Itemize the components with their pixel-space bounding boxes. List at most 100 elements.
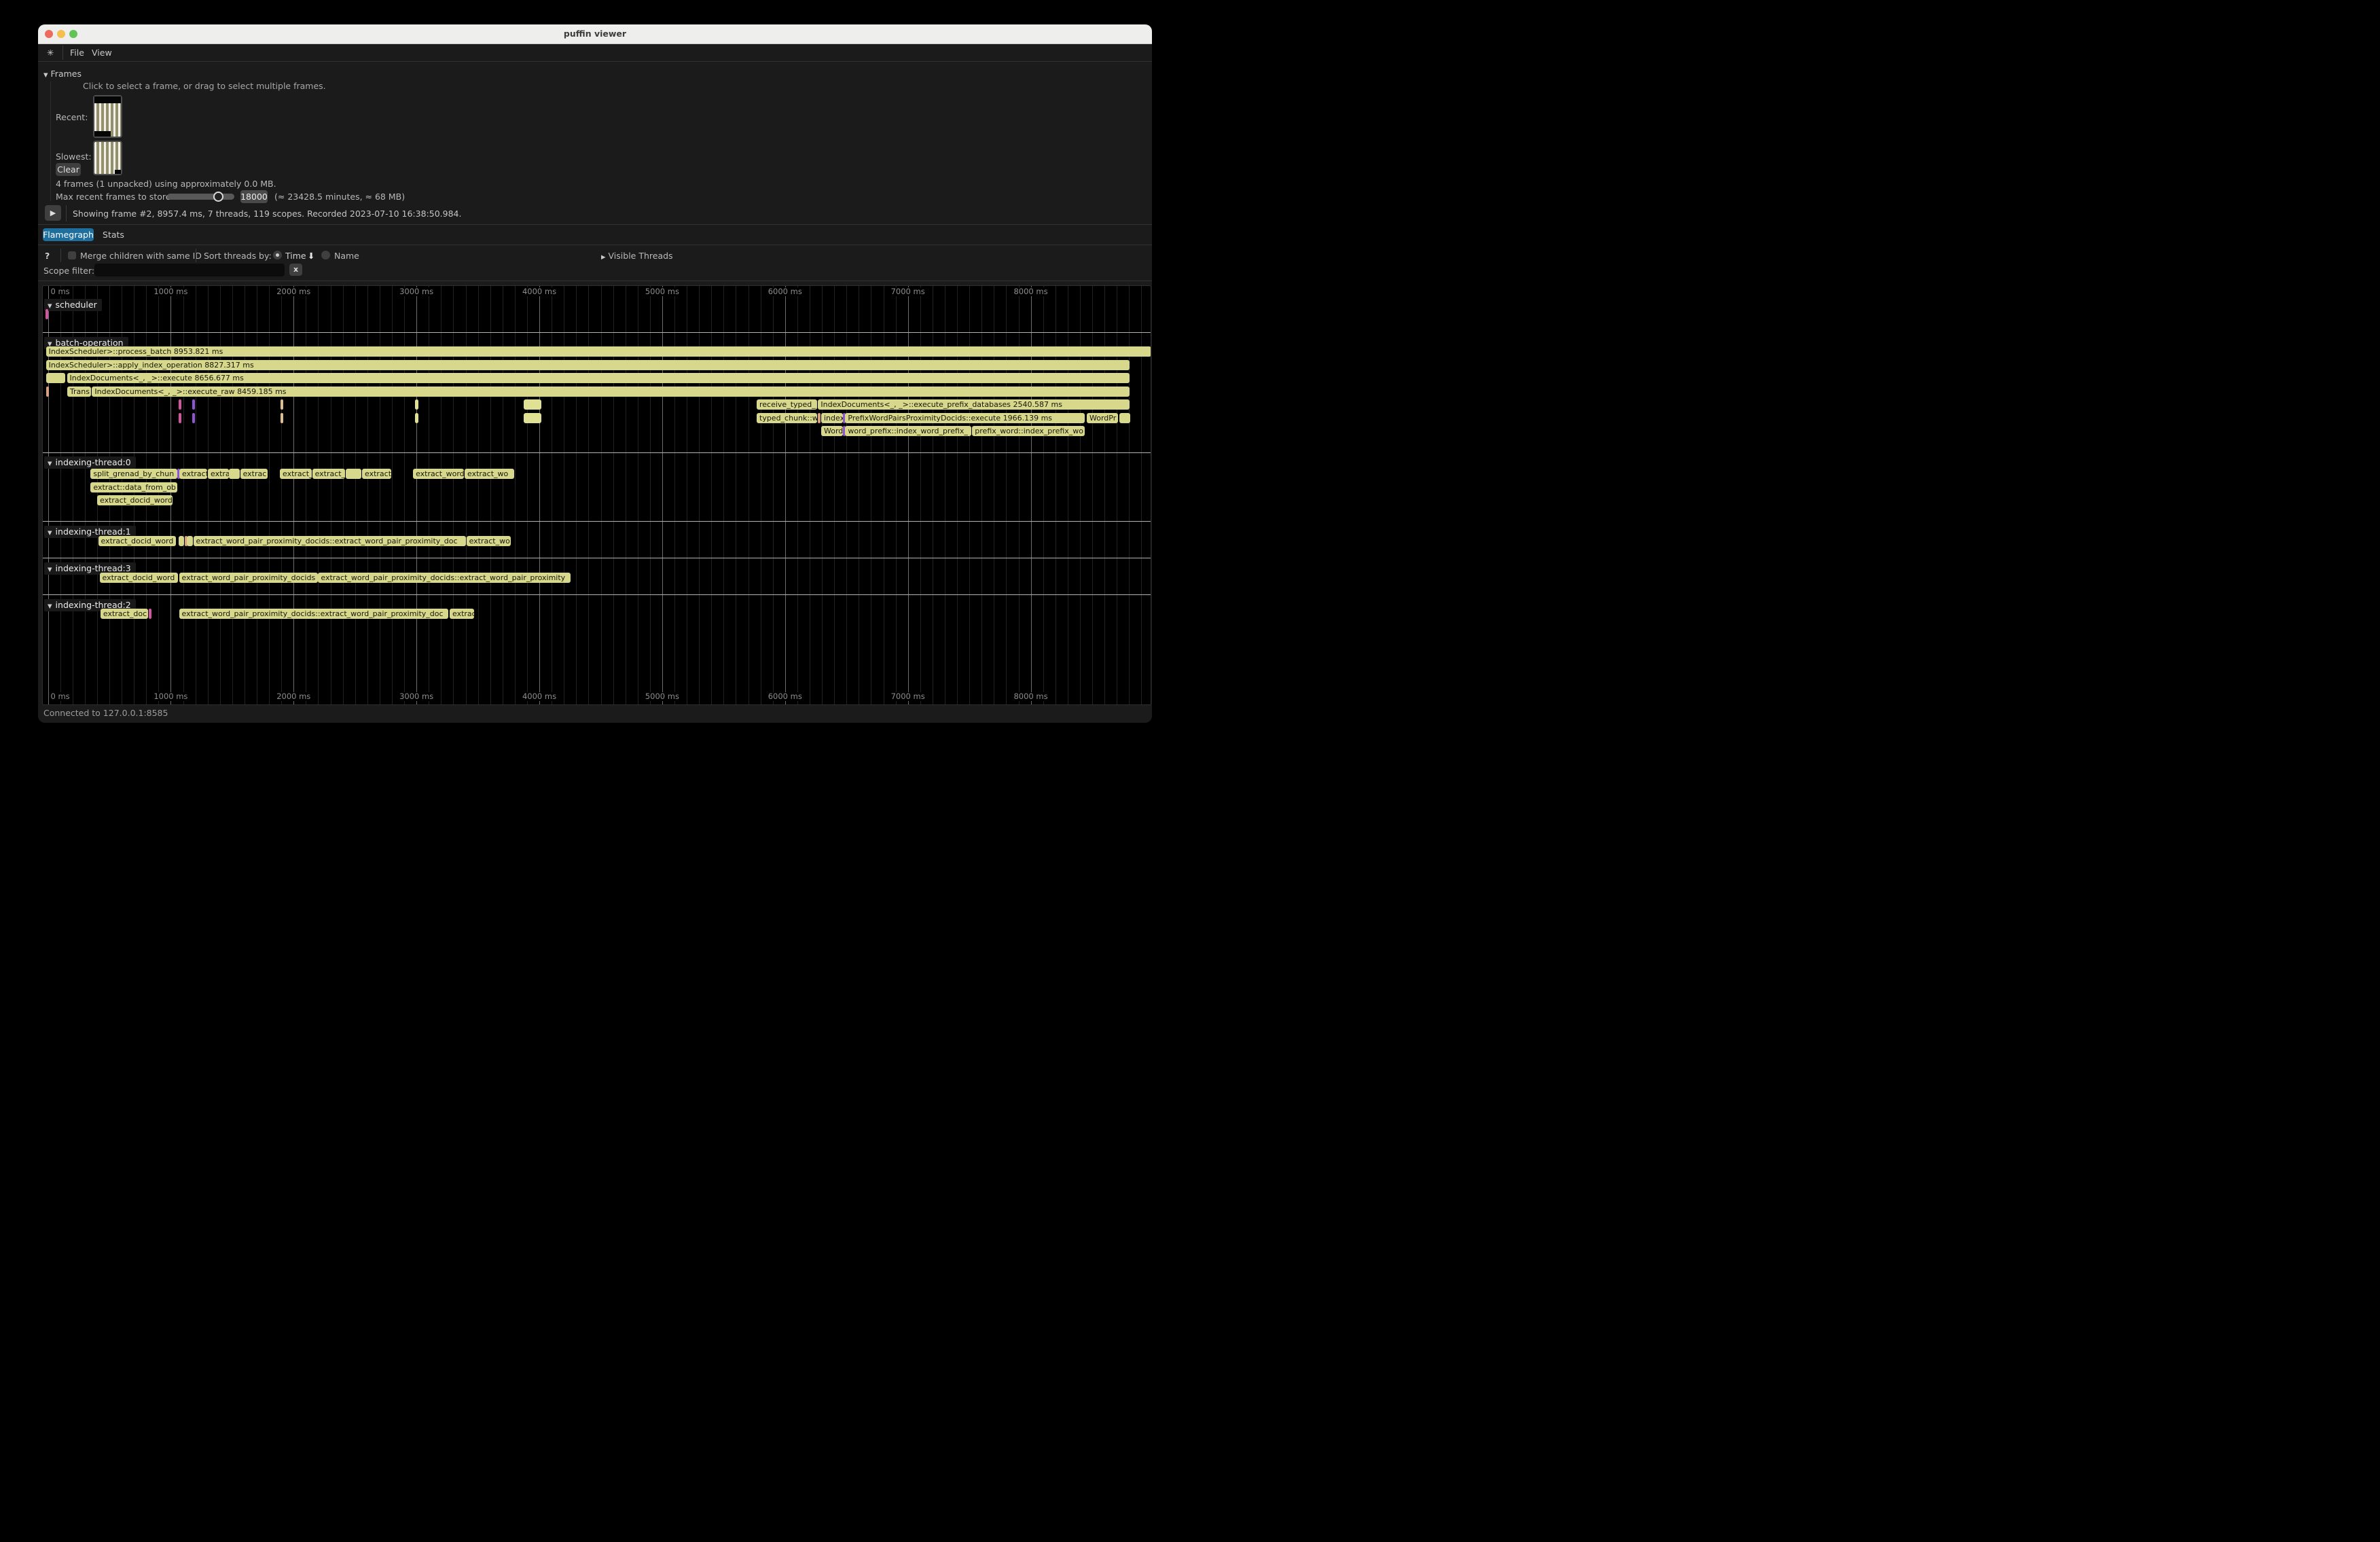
scope-bar[interactable]: extract_docid_word: [97, 495, 173, 505]
thread-separator: [43, 452, 1151, 453]
scope-bar[interactable]: [524, 399, 541, 410]
sort-direction-arrow-icon[interactable]: ⬇: [308, 251, 314, 261]
tab-stats[interactable]: Stats: [102, 228, 125, 241]
scope-bar[interactable]: word_prefix::index_word_prefix_: [845, 426, 971, 436]
thread-header[interactable]: ▼indexing-thread:0: [44, 456, 136, 469]
scope-filter-input[interactable]: [94, 264, 285, 276]
scope-bar[interactable]: [46, 387, 49, 397]
scope-bar[interactable]: index: [821, 413, 843, 423]
frames-section-header[interactable]: ▼ Frames: [43, 69, 82, 79]
scope-bar[interactable]: prefix_word::index_prefix_wo: [972, 426, 1085, 436]
scope-bar[interactable]: extract_: [280, 469, 312, 479]
scope-bar[interactable]: [346, 469, 362, 479]
frames-section-label: Frames: [51, 69, 82, 79]
axis-tick-label: 5000 ms: [643, 287, 681, 296]
axis-tick-label: 0 ms: [49, 287, 72, 296]
scope-bar[interactable]: [192, 399, 195, 410]
scope-bar[interactable]: [179, 399, 181, 410]
scope-bar[interactable]: extract_wo: [467, 536, 511, 546]
sort-threads-label: Sort threads by:: [204, 251, 272, 261]
scope-bar[interactable]: [524, 413, 541, 423]
connection-status: Connected to 127.0.0.1:8585: [43, 708, 168, 718]
axis-tick-label: 3000 ms: [397, 692, 435, 701]
scope-bar[interactable]: extrac: [450, 609, 474, 619]
controls-divider: [60, 249, 61, 262]
scope-bar[interactable]: extract_word_pair_proximity_docids::extr…: [194, 536, 467, 546]
slowest-frame-thumbnail[interactable]: [93, 141, 122, 175]
scope-bar[interactable]: extract_doc: [101, 609, 148, 619]
flamegraph-canvas[interactable]: 0 ms0 ms1000 ms1000 ms2000 ms2000 ms3000…: [42, 285, 1151, 705]
collapse-triangle-icon: ▼: [48, 303, 52, 310]
thread-name: indexing-thread:1: [56, 526, 131, 537]
scope-bar[interactable]: [149, 609, 151, 619]
app-icon[interactable]: ✳: [47, 47, 54, 58]
play-button[interactable]: ▶: [45, 205, 61, 221]
radio-dot: [276, 253, 279, 257]
sort-time-radio[interactable]: [273, 251, 282, 259]
scope-bar[interactable]: extract_word_pair_proximity_docids: [179, 573, 318, 583]
axis-tick-label: 6000 ms: [766, 692, 804, 701]
scope-bar[interactable]: extract_wo: [465, 469, 514, 479]
axis-tick-label: 5000 ms: [643, 692, 681, 701]
scope-bar[interactable]: IndexDocuments<_, _>::execute_raw 8459.1…: [92, 387, 1129, 397]
menu-view[interactable]: View: [92, 47, 112, 58]
thread-name: indexing-thread:0: [56, 457, 131, 467]
tab-flamegraph[interactable]: Flamegraph: [43, 228, 94, 241]
scope-bar[interactable]: extract: [179, 469, 207, 479]
scope-bar[interactable]: extract_word: [413, 469, 464, 479]
scope-bar[interactable]: Trans: [67, 387, 92, 397]
scope-bar[interactable]: IndexScheduler>::process_batch 8953.821 …: [46, 346, 1151, 357]
scope-bar[interactable]: [818, 413, 821, 423]
max-frames-value[interactable]: 18000: [240, 190, 268, 203]
scope-bar[interactable]: [229, 469, 240, 479]
scope-bar[interactable]: extract_word_pair_proximity_docids::extr…: [179, 609, 449, 619]
scope-bar[interactable]: Word: [821, 426, 843, 436]
scope-bar[interactable]: [46, 373, 65, 383]
sort-name-radio[interactable]: [321, 251, 330, 259]
recent-frame-thumbnail[interactable]: [93, 95, 122, 138]
scope-bar[interactable]: [179, 536, 184, 546]
scope-bar[interactable]: [187, 536, 193, 546]
frames-hint: Click to select a frame, or drag to sele…: [83, 81, 326, 91]
menu-file[interactable]: File: [70, 47, 84, 58]
thread-header[interactable]: ▼ scheduler: [44, 299, 102, 311]
help-button[interactable]: ?: [45, 251, 50, 261]
scope-bar[interactable]: [192, 413, 195, 423]
scope-bar[interactable]: IndexDocuments<_, _>::execute 8656.677 m…: [67, 373, 1130, 383]
scope-bar[interactable]: IndexScheduler>::apply_index_operation 8…: [46, 360, 1130, 370]
scope-bar[interactable]: extrac: [240, 469, 268, 479]
scope-bar[interactable]: split_grenad_by_chun: [90, 469, 177, 479]
scope-bar[interactable]: IndexDocuments<_, _>::execute_prefix_dat…: [818, 399, 1129, 410]
axis-tick-label: 8000 ms: [1011, 692, 1049, 701]
scope-bar[interactable]: [179, 413, 181, 423]
scope-bar[interactable]: receive_typed_: [757, 399, 817, 410]
scope-bar[interactable]: extract::data_from_ob: [90, 482, 177, 492]
merge-children-checkbox[interactable]: [68, 251, 76, 259]
scope-bar[interactable]: typed_chunk::w: [757, 413, 817, 423]
scope-bar[interactable]: PrefixWordPairsProximityDocids::execute …: [845, 413, 1085, 423]
scope-bar[interactable]: [415, 399, 418, 410]
max-frames-note: (≈ 23428.5 minutes, ≈ 68 MB): [274, 192, 405, 202]
visible-threads-header[interactable]: ▶ Visible Threads: [601, 251, 673, 261]
axis-tick-label: 8000 ms: [1011, 287, 1049, 296]
axis-tick-label: 4000 ms: [520, 287, 558, 296]
thread-name: scheduler: [56, 300, 97, 310]
scope-bar[interactable]: extract: [362, 469, 391, 479]
scope-bar[interactable]: [46, 309, 48, 319]
max-frames-slider[interactable]: [167, 194, 234, 200]
scope-bar[interactable]: extract_word_pair_proximity_docids::extr…: [318, 573, 571, 583]
scope-bar[interactable]: [281, 399, 284, 410]
max-frames-slider-knob[interactable]: [213, 192, 223, 202]
clear-filter-button[interactable]: x: [289, 264, 302, 276]
axis-tick-label: 1000 ms: [151, 692, 190, 701]
scope-bar[interactable]: extract_docid_word: [98, 536, 176, 546]
scope-bar[interactable]: extract_docid_word: [100, 573, 179, 583]
scope-bar[interactable]: extract_: [312, 469, 346, 479]
clear-button[interactable]: Clear: [56, 163, 81, 176]
scope-bar[interactable]: [281, 413, 284, 423]
scope-bar[interactable]: WordPr: [1087, 413, 1118, 423]
scope-bar[interactable]: [415, 413, 418, 423]
scope-bar[interactable]: [1119, 413, 1131, 423]
recent-label: Recent:: [56, 112, 88, 122]
scope-bar[interactable]: extra: [208, 469, 229, 479]
